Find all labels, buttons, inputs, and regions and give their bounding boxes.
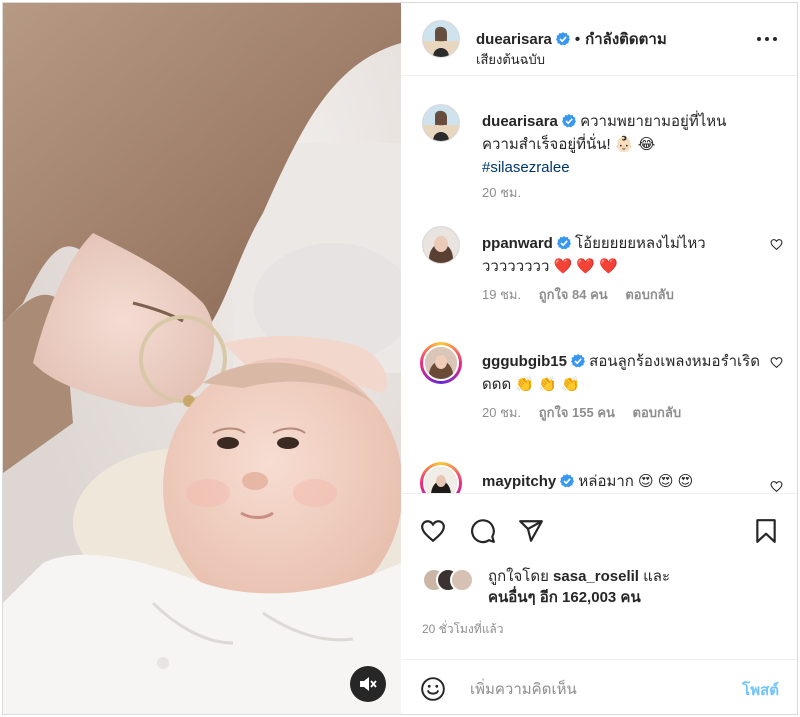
- video-frame-illustration: [3, 3, 401, 714]
- author-username[interactable]: duearisara: [476, 31, 552, 48]
- following-button[interactable]: กำลังติดตาม: [585, 31, 667, 48]
- post-timestamp[interactable]: 20 ชั่วโมงที่แล้ว: [422, 620, 504, 639]
- caption-hashtag[interactable]: #silasezralee: [482, 159, 570, 176]
- caption-meta: 20 ชม.: [482, 182, 535, 203]
- commenter-username[interactable]: maypitchy: [482, 473, 556, 490]
- comment-like-heart-icon[interactable]: [770, 238, 783, 251]
- mute-button[interactable]: [350, 666, 386, 702]
- comment-likes[interactable]: ถูกใจ 84 คน: [539, 287, 608, 302]
- liked-by-prefix: ถูกใจโดย: [488, 568, 549, 585]
- instagram-post-window: duearisara • กำลังติดตาม เสียงต้นฉบับ du…: [0, 0, 800, 717]
- comment-meta: 19 ชม. ถูกใจ 84 คน ตอบกลับ: [482, 284, 688, 305]
- comment-text-block: maypitchy หล่อมาก 😍 😍 😍: [482, 470, 762, 493]
- bookmark-icon[interactable]: [753, 518, 779, 544]
- post-video[interactable]: [3, 3, 401, 714]
- comments-list: duearisara ความพยายามอยู่ที่ไหน ความสำเร…: [402, 76, 797, 493]
- more-options-icon[interactable]: [757, 35, 777, 43]
- caption-time[interactable]: 20 ชม.: [482, 185, 521, 200]
- post-actions: ถูกใจโดย sasa_roselil และ คนอื่นๆ อีก 16…: [402, 493, 797, 636]
- verified-badge-icon: [560, 474, 575, 488]
- story-ring[interactable]: [420, 462, 462, 493]
- audio-label[interactable]: เสียงต้นฉบับ: [476, 49, 545, 70]
- reply-button[interactable]: ตอบกลับ: [625, 287, 674, 302]
- comment-text-block: gggubgib15 สอนลูกร้องเพลงหมอรำเริดดดด 👏 …: [482, 350, 762, 396]
- comment-like-heart-icon[interactable]: [770, 480, 783, 493]
- comment-time[interactable]: 20 ชม.: [482, 405, 521, 420]
- commenter-username[interactable]: gggubgib15: [482, 353, 567, 370]
- liked-by-text: ถูกใจโดย sasa_roselil และ คนอื่นๆ อีก 16…: [488, 566, 788, 608]
- separator-dot: •: [574, 31, 581, 48]
- comment-time[interactable]: 19 ชม.: [482, 287, 521, 302]
- caption-username[interactable]: duearisara: [482, 113, 558, 130]
- comment-likes[interactable]: ถูกใจ 155 คน: [539, 405, 615, 420]
- commenter-avatar[interactable]: [422, 226, 460, 264]
- post-details-panel: duearisara • กำลังติดตาม เสียงต้นฉบับ du…: [402, 3, 797, 714]
- comment-meta: 20 ชม. ถูกใจ 155 คน ตอบกลับ: [482, 402, 695, 423]
- comment-input[interactable]: [468, 676, 712, 702]
- post-comment-button[interactable]: โพสต์: [742, 678, 779, 702]
- emoji-icon[interactable]: [420, 676, 446, 702]
- post-header: duearisara • กำลังติดตาม เสียงต้นฉบับ: [402, 3, 797, 76]
- liked-by-others[interactable]: คนอื่นๆ อีก 162,003 คน: [488, 589, 641, 606]
- share-icon[interactable]: [518, 518, 544, 544]
- commenter-avatar[interactable]: [423, 345, 459, 381]
- reply-button[interactable]: ตอบกลับ: [633, 405, 682, 420]
- comment-like-heart-icon[interactable]: [770, 356, 783, 369]
- verified-badge-icon: [561, 114, 576, 128]
- heart-icon[interactable]: [420, 518, 446, 544]
- caption-text-block: duearisara ความพยายามอยู่ที่ไหน ความสำเร…: [482, 110, 762, 179]
- commenter-avatar[interactable]: [423, 465, 459, 493]
- verified-badge-icon: [555, 32, 570, 46]
- speaker-muted-icon: [360, 677, 377, 691]
- commenter-username[interactable]: ppanward: [482, 235, 553, 252]
- story-ring[interactable]: [420, 342, 462, 384]
- header-user-line: duearisara • กำลังติดตาม: [476, 27, 667, 51]
- comment-text: หล่อมาก 😍 😍 😍: [578, 473, 694, 490]
- liked-by-user[interactable]: sasa_roselil: [553, 568, 639, 585]
- caption-avatar[interactable]: [422, 104, 460, 142]
- comment-text-block: ppanward โอ้ยยยยยหลงไม่ไหววววววววว ❤️ ❤️…: [482, 232, 762, 278]
- comment-icon[interactable]: [470, 518, 496, 544]
- liker-avatar[interactable]: [450, 568, 474, 592]
- add-comment-bar: โพสต์: [402, 659, 797, 715]
- verified-badge-icon: [556, 236, 571, 250]
- verified-badge-icon: [571, 354, 585, 368]
- author-avatar[interactable]: [422, 20, 460, 58]
- liked-by-and: และ: [643, 568, 671, 585]
